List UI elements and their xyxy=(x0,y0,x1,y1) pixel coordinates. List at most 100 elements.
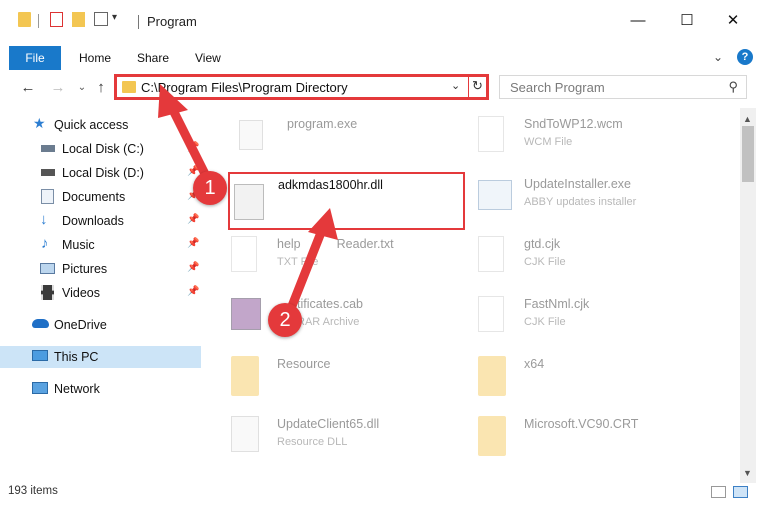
star-icon: ★ xyxy=(33,115,46,131)
navigation-pane: ★ Quick access Local Disk (C:) 📌 Local D… xyxy=(0,108,201,478)
sidebar-item-local-disk-c[interactable]: Local Disk (C:) 📌 xyxy=(0,138,201,160)
computer-icon xyxy=(32,350,48,361)
address-bar[interactable]: C:\Program Files\Program Directory ⌄ ↻ xyxy=(114,74,489,100)
network-icon xyxy=(32,382,48,394)
pin-icon[interactable]: 📌 xyxy=(187,142,199,153)
close-icon[interactable]: ✕ xyxy=(722,10,744,30)
back-arrow-icon[interactable]: ← xyxy=(20,78,36,96)
sidebar-item-local-disk-d[interactable]: Local Disk (D:) 📌 xyxy=(0,162,201,184)
drive-icon xyxy=(41,169,55,176)
pictures-icon xyxy=(40,263,55,274)
tab-file[interactable]: File xyxy=(9,46,61,70)
download-icon: ↓ xyxy=(40,211,48,228)
details-view-icon[interactable] xyxy=(711,486,726,498)
pin-icon[interactable]: 📌 xyxy=(187,286,199,297)
window-title: Program xyxy=(147,14,197,29)
folder-icon xyxy=(231,356,259,396)
folder-icon xyxy=(478,416,506,456)
search-input[interactable]: Search Program ⚲ xyxy=(499,75,747,99)
pin-icon[interactable]: 📌 xyxy=(187,262,199,273)
file-name: program.exe xyxy=(287,117,358,131)
address-row: ← → ⌄ ↑ C:\Program Files\Program Directo… xyxy=(0,74,769,102)
scroll-down-icon[interactable]: ▼ xyxy=(743,468,752,478)
sidebar-item-documents[interactable]: Documents 📌 xyxy=(0,186,201,208)
file-name: FastNml.cjk xyxy=(524,297,590,311)
sidebar-item-videos[interactable]: Videos 📌 xyxy=(0,282,201,304)
file-item[interactable]: SndToWP12.wcm WCM File xyxy=(478,112,718,164)
pin-icon[interactable]: 📌 xyxy=(187,238,199,249)
folder-icon xyxy=(478,356,506,396)
drive-icon xyxy=(41,145,55,152)
document-icon xyxy=(478,296,504,332)
maximize-icon[interactable]: ☐ xyxy=(676,10,698,30)
file-name: UpdateClient65.dll xyxy=(277,417,380,431)
file-type: TXT File xyxy=(277,256,319,268)
file-item[interactable]: x64 xyxy=(478,352,718,404)
documents-icon xyxy=(41,189,54,204)
new-folder-icon[interactable] xyxy=(72,12,85,27)
file-item[interactable]: help Reader.txt TXT File xyxy=(231,232,471,284)
status-bar: 193 items xyxy=(0,484,769,511)
refresh-icon[interactable]: ↻ xyxy=(472,78,483,94)
sidebar-item-onedrive[interactable]: OneDrive xyxy=(0,314,201,336)
up-arrow-icon[interactable]: ↑ xyxy=(93,78,109,96)
recent-locations-icon[interactable]: ⌄ xyxy=(74,78,90,96)
vertical-scrollbar[interactable]: ▲ ▼ xyxy=(740,108,756,483)
divider xyxy=(468,77,469,97)
dll-gear-icon xyxy=(231,416,259,452)
file-item[interactable]: Microsoft.VC90.CRT xyxy=(478,412,718,464)
file-type: RAR Archive xyxy=(297,316,360,328)
properties-icon[interactable] xyxy=(50,12,63,27)
customize-toolbar-icon[interactable] xyxy=(94,12,108,26)
minimize-icon[interactable]: — xyxy=(627,10,649,30)
pin-icon[interactable]: 📌 xyxy=(187,214,199,225)
chevron-down-icon[interactable]: ▾ xyxy=(112,12,117,28)
file-item[interactable]: UpdateInstaller.exe ABBY updates install… xyxy=(478,172,718,224)
scroll-up-icon[interactable]: ▲ xyxy=(743,114,752,124)
file-item[interactable]: tificates.cab RAR Archive xyxy=(231,292,471,344)
sidebar-item-this-pc[interactable]: This PC xyxy=(0,346,201,368)
file-item[interactable]: UpdateClient65.dll Resource DLL xyxy=(231,412,471,464)
folder-icon xyxy=(18,12,31,27)
file-name: UpdateInstaller.exe xyxy=(524,177,632,191)
file-item-selected[interactable]: adkmdas1800hr.dll xyxy=(228,172,465,230)
file-name: help Reader.txt xyxy=(277,237,394,251)
divider xyxy=(138,15,139,29)
file-type: CJK File xyxy=(524,316,566,328)
divider xyxy=(38,14,39,28)
file-type: Resource DLL xyxy=(277,436,348,448)
search-icon[interactable]: ⚲ xyxy=(728,79,738,95)
executable-icon xyxy=(239,120,263,150)
sidebar-item-downloads[interactable]: ↓ Downloads 📌 xyxy=(0,210,201,232)
title-bar: ▾ Program — ☐ ✕ xyxy=(0,0,769,40)
sidebar-item-quick-access[interactable]: ★ Quick access xyxy=(0,114,201,136)
ribbon: File Home Share View ⌄ ? xyxy=(0,46,769,70)
file-type: ABBY updates installer xyxy=(524,196,637,208)
chevron-down-icon[interactable]: ⌄ xyxy=(713,50,723,64)
sidebar-item-pictures[interactable]: Pictures 📌 xyxy=(0,258,201,280)
forward-arrow-icon[interactable]: → xyxy=(50,78,66,96)
file-name: gtd.cjk xyxy=(524,237,561,251)
address-path[interactable]: C:\Program Files\Program Directory xyxy=(141,80,348,95)
tab-view[interactable]: View xyxy=(195,51,221,65)
chevron-down-icon[interactable]: ⌄ xyxy=(451,79,460,92)
file-type: CJK File xyxy=(524,256,566,268)
tab-home[interactable]: Home xyxy=(79,51,111,65)
file-item[interactable]: Resource xyxy=(231,352,471,404)
file-name: tificates.cab xyxy=(297,297,364,311)
sidebar-item-network[interactable]: Network xyxy=(0,378,201,400)
music-icon: ♪ xyxy=(41,235,49,252)
installer-icon xyxy=(478,180,512,210)
file-item[interactable]: FastNml.cjk CJK File xyxy=(478,292,718,344)
large-icons-view-icon[interactable] xyxy=(733,486,748,498)
item-count: 193 items xyxy=(8,485,58,497)
help-icon[interactable]: ? xyxy=(737,49,753,65)
file-item[interactable]: gtd.cjk CJK File xyxy=(478,232,718,284)
tab-share[interactable]: Share xyxy=(137,51,169,65)
scroll-thumb[interactable] xyxy=(742,126,754,182)
document-icon xyxy=(231,236,257,272)
sidebar-item-music[interactable]: ♪ Music 📌 xyxy=(0,234,201,256)
dll-gear-icon xyxy=(234,184,264,220)
file-name: x64 xyxy=(524,357,545,371)
file-item[interactable]: program.exe xyxy=(233,112,473,164)
